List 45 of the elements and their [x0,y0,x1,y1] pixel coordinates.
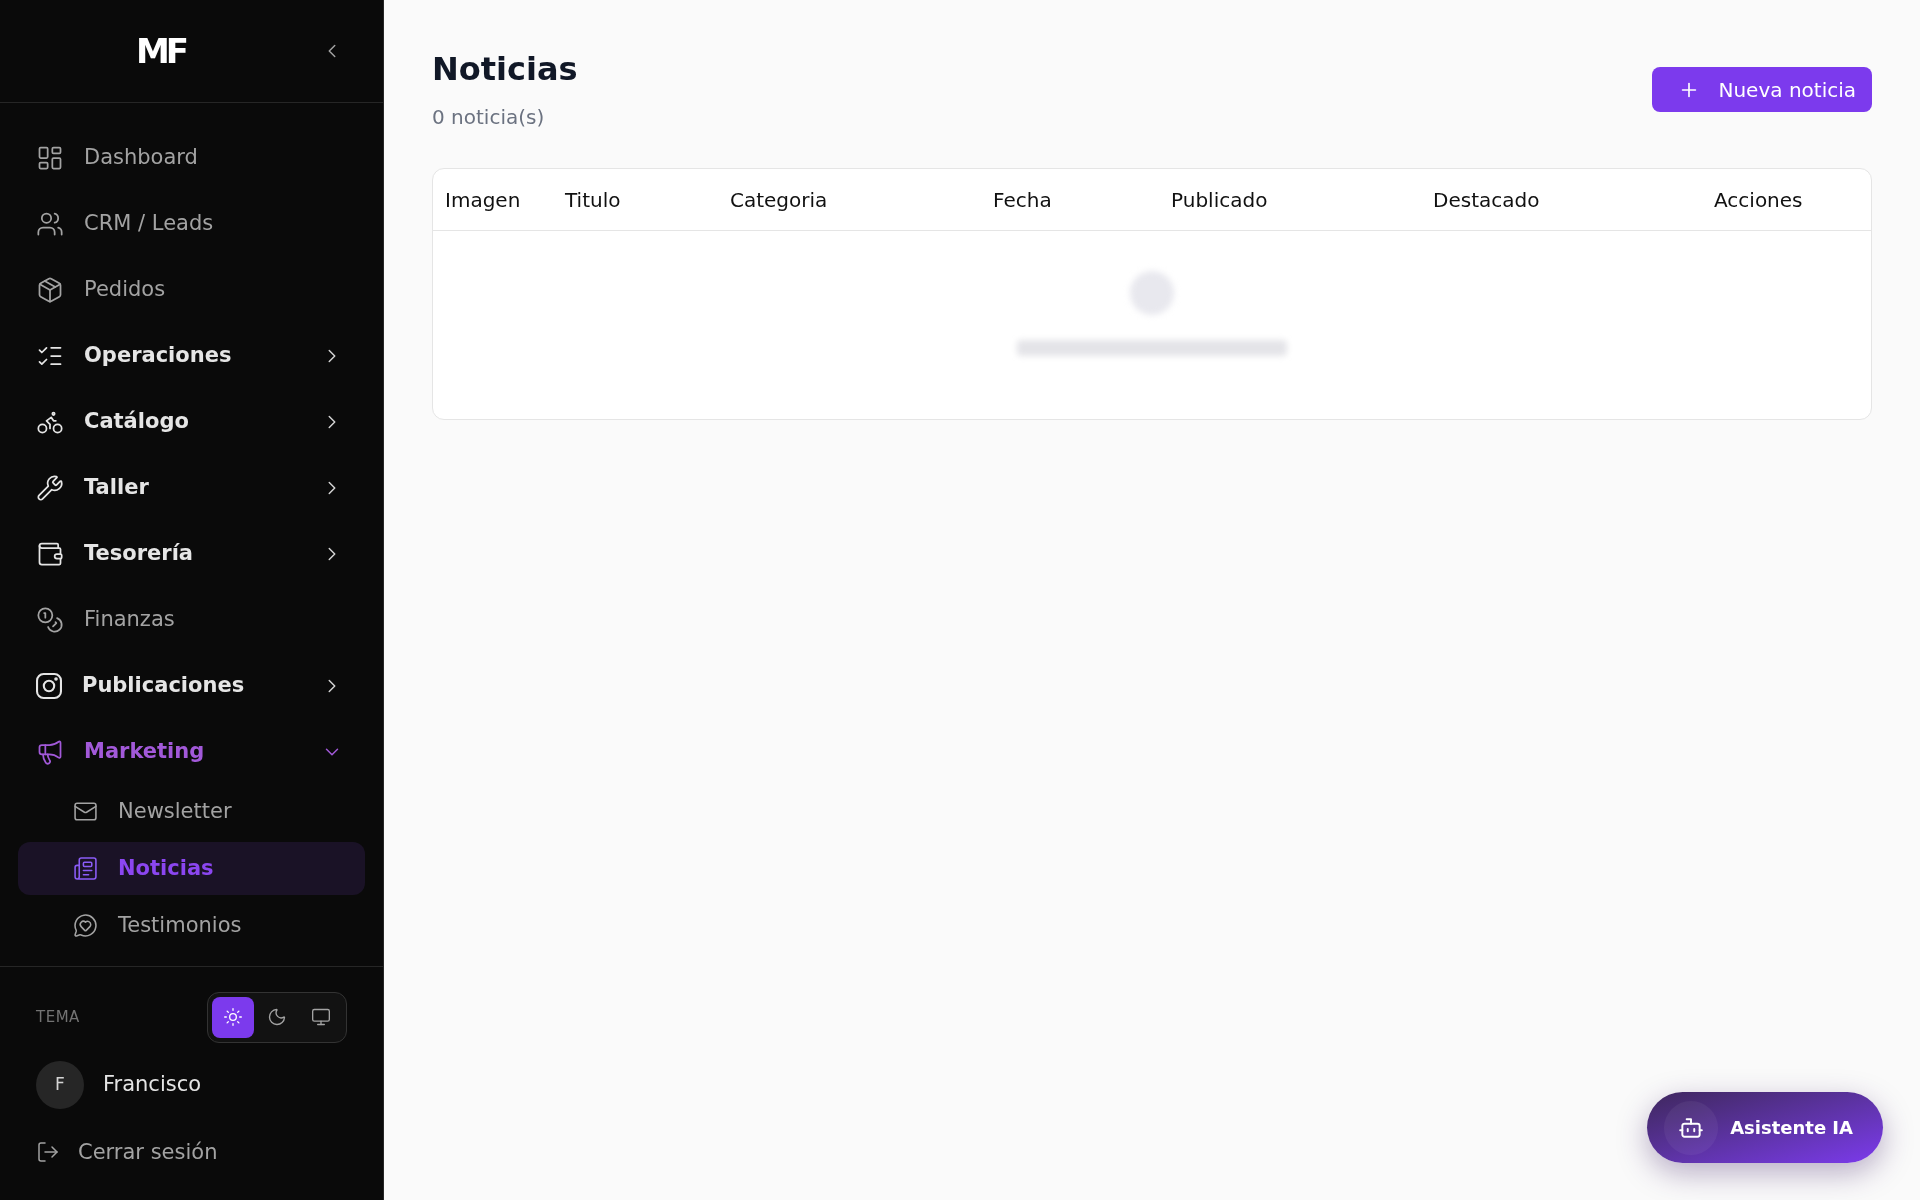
chat-heart-icon [73,913,98,938]
theme-option[interactable] [212,996,254,1038]
sidebar-item[interactable]: Publicaciones [0,653,383,719]
sidebar-subitem[interactable]: Testimonios [18,899,365,952]
sidebar-item[interactable]: Finanzas [0,587,383,653]
user-name: Francisco [103,1070,202,1098]
sidebar-item[interactable]: Tesorería [0,521,383,587]
assistant-button[interactable]: Asistente IA [1647,1092,1883,1163]
column-header: Categoria [729,186,829,214]
envelope-icon [73,799,98,824]
box-icon [36,276,64,304]
wallet-icon [36,540,64,568]
users-icon [36,210,64,238]
sidebar-item[interactable]: CRM / Leads [0,191,383,257]
page-title: Noticias [432,50,578,89]
column-header: Titulo [564,186,622,214]
sidebar-subitem[interactable]: Newsletter [18,785,365,838]
megaphone-icon [36,738,64,766]
sidebar-subitem[interactable]: Noticias [18,842,365,895]
coins-icon [36,606,64,634]
sidebar-item[interactable]: Operaciones [0,323,383,389]
sidebar-item[interactable]: Dashboard [0,125,383,191]
column-header: Fecha [992,186,1053,214]
monitor-icon [311,1007,331,1027]
logout-button[interactable]: Cerrar sesión [36,1136,347,1168]
logout-icon [36,1140,60,1165]
camera-icon [36,673,62,699]
sun-icon [223,1007,243,1027]
item-count: 0 noticia(s) [432,104,546,132]
newspaper-icon [73,856,98,881]
column-header: Publicado [1170,186,1269,214]
sidebar-item[interactable]: Marketing [0,719,383,785]
avatar: F [36,1060,84,1109]
sidebar-item[interactable]: Taller [0,455,383,521]
column-header: Imagen [444,186,522,214]
dashboard-grid-icon [36,144,64,172]
sidebar-item[interactable]: Pedidos [0,257,383,323]
moon-icon [267,1007,287,1027]
new-item-button[interactable]: Nueva noticia [1652,67,1872,112]
logo: MF [136,34,186,68]
column-header: Acciones [1713,186,1804,214]
sidebar-item[interactable]: Catálogo [0,389,383,455]
theme-label: TEMA [36,1006,80,1028]
column-header: Destacado [1432,186,1541,214]
wrench-icon [36,474,64,502]
